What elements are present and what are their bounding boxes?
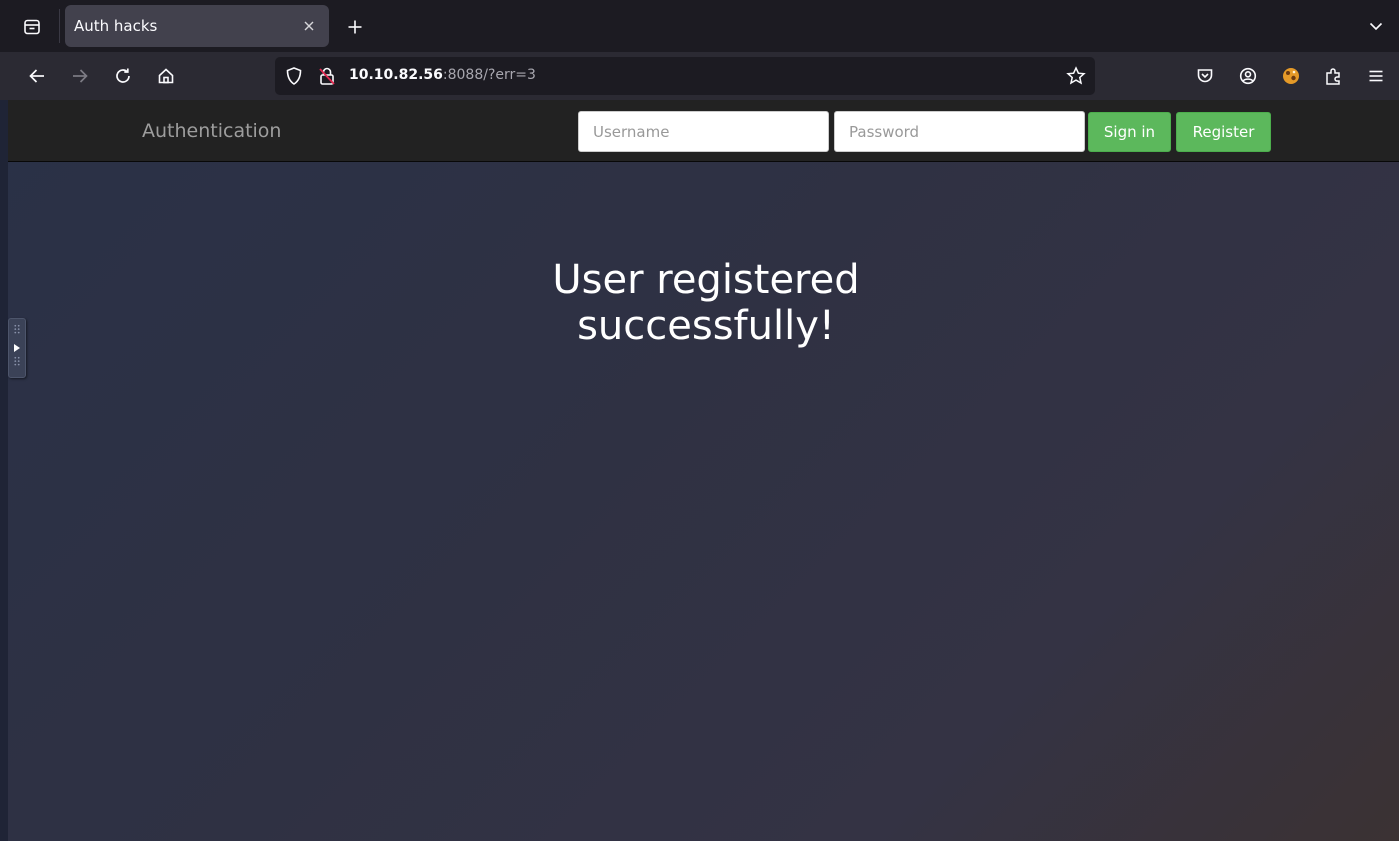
tab-separator	[59, 9, 60, 43]
password-input[interactable]	[834, 111, 1085, 152]
menu-hamburger-icon[interactable]	[1364, 64, 1388, 88]
web-page: Authentication Sign in Register User reg…	[8, 100, 1399, 841]
sign-in-button[interactable]: Sign in	[1088, 112, 1171, 152]
firefox-view-icon[interactable]	[14, 14, 50, 40]
message-line-2: successfully!	[577, 303, 835, 349]
grip-dots-icon	[14, 356, 20, 366]
new-tab-icon[interactable]	[341, 13, 369, 41]
forward-arrow-icon[interactable]	[67, 63, 93, 89]
url-host: 10.10.82.56	[349, 67, 443, 83]
site-brand[interactable]: Authentication	[142, 120, 281, 142]
tab-strip: Auth hacks	[0, 0, 1399, 52]
shield-icon[interactable]	[284, 66, 304, 86]
account-icon[interactable]	[1236, 64, 1260, 88]
browser-tab[interactable]: Auth hacks	[65, 5, 329, 47]
message-line-1: User registered	[552, 257, 860, 303]
url-text[interactable]: 10.10.82.56:8088/?err=3	[349, 67, 536, 83]
url-path: :8088/?err=3	[442, 67, 536, 83]
back-arrow-icon[interactable]	[24, 63, 50, 89]
username-input[interactable]	[578, 111, 829, 152]
navigation-toolbar: 10.10.82.56:8088/?err=3	[0, 52, 1399, 100]
home-icon[interactable]	[153, 63, 179, 89]
expand-arrow-icon	[14, 344, 20, 352]
success-message: User registered successfully!	[548, 257, 864, 349]
extension-cookie-icon[interactable]	[1279, 64, 1303, 88]
address-bar[interactable]: 10.10.82.56:8088/?err=3	[275, 57, 1095, 95]
extensions-puzzle-icon[interactable]	[1322, 64, 1346, 88]
close-tab-icon[interactable]	[299, 16, 319, 36]
tab-title: Auth hacks	[74, 17, 158, 35]
list-all-tabs-icon[interactable]	[1363, 13, 1389, 39]
insecure-lock-icon[interactable]	[317, 66, 337, 86]
site-navbar: Authentication Sign in Register	[8, 100, 1399, 162]
sidebar-toggle-handle[interactable]	[8, 318, 26, 378]
bookmark-star-icon[interactable]	[1066, 66, 1086, 86]
register-button[interactable]: Register	[1176, 112, 1271, 152]
grip-dots-icon	[14, 324, 20, 334]
pocket-icon[interactable]	[1193, 64, 1217, 88]
page-left-edge	[0, 100, 8, 841]
reload-icon[interactable]	[110, 63, 136, 89]
